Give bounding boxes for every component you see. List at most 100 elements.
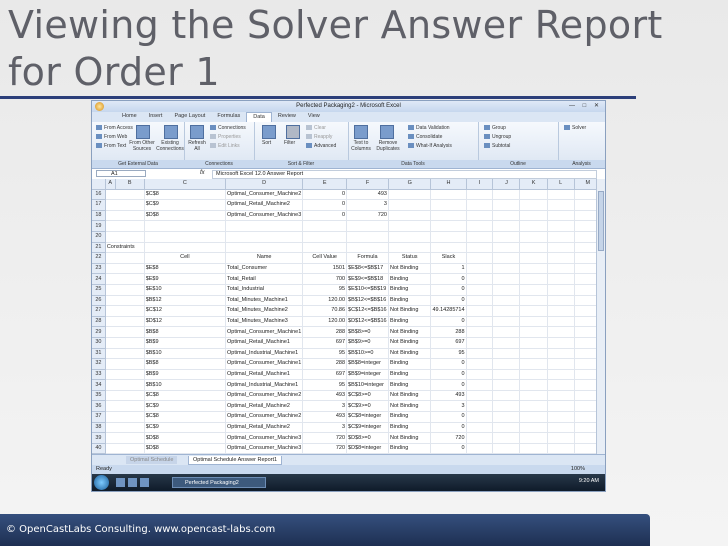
cell[interactable] — [547, 443, 575, 455]
row-header[interactable]: 17 — [92, 199, 106, 211]
cell[interactable] — [105, 326, 145, 338]
row-header[interactable]: 31 — [92, 348, 106, 360]
row-header[interactable]: 18 — [92, 210, 106, 222]
cell[interactable] — [105, 348, 145, 360]
cell[interactable] — [430, 242, 467, 254]
cell[interactable] — [225, 231, 304, 243]
row-header[interactable]: 20 — [92, 231, 106, 243]
cell[interactable]: $B$12 — [144, 295, 227, 307]
existing-connections-icon[interactable] — [164, 125, 178, 139]
edit-links-button[interactable]: Edit Links — [210, 143, 240, 149]
cell[interactable]: Optimal_Consumer_Machine1 — [225, 326, 304, 338]
cell[interactable] — [519, 273, 548, 285]
cell[interactable] — [430, 199, 467, 211]
cell[interactable] — [466, 242, 494, 254]
cell[interactable]: Cell Value — [302, 252, 348, 264]
cell[interactable]: 493 — [430, 390, 467, 402]
cell[interactable] — [105, 400, 145, 413]
cell[interactable]: $B$9=integer — [346, 369, 389, 381]
cell[interactable]: 95 — [302, 284, 348, 296]
cell[interactable]: $B$10=integer — [346, 379, 389, 391]
cell[interactable]: $D$12 — [144, 316, 227, 328]
tab-data[interactable]: Data — [246, 112, 272, 122]
cell[interactable]: $B$8 — [144, 358, 227, 370]
tab-page-layout[interactable]: Page Layout — [168, 112, 211, 122]
column-header[interactable]: C — [144, 179, 227, 190]
cell[interactable] — [519, 443, 548, 455]
cell[interactable] — [547, 369, 575, 381]
row-header[interactable]: 29 — [92, 326, 106, 338]
cell[interactable]: $C$9 — [144, 199, 227, 211]
cell[interactable] — [519, 231, 548, 243]
cell[interactable] — [466, 295, 494, 307]
cell[interactable]: 697 — [430, 337, 467, 349]
cell[interactable]: $D$8=integer — [346, 443, 389, 455]
row-header[interactable]: 35 — [92, 390, 106, 402]
cell[interactable]: $E$9<=$B$18 — [346, 273, 389, 285]
cell[interactable] — [105, 273, 145, 285]
cell[interactable] — [105, 422, 145, 434]
cell[interactable] — [466, 411, 494, 423]
zoom-level[interactable]: 100% — [571, 465, 585, 474]
cell[interactable] — [492, 337, 521, 349]
column-header[interactable]: B — [115, 179, 145, 190]
from-text-button[interactable]: From Text — [96, 143, 126, 149]
cell[interactable]: Binding — [388, 379, 432, 391]
cell[interactable]: $C$9=integer — [346, 422, 389, 434]
cell[interactable] — [105, 411, 145, 423]
cell[interactable] — [547, 348, 575, 360]
row-header[interactable]: 36 — [92, 400, 106, 413]
row-header[interactable]: 22 — [92, 252, 106, 264]
cell[interactable]: 95 — [302, 379, 348, 391]
cell[interactable] — [466, 273, 494, 285]
cell[interactable] — [547, 242, 575, 254]
cell[interactable] — [492, 369, 521, 381]
cell[interactable] — [466, 369, 494, 381]
cell[interactable]: 0 — [430, 316, 467, 328]
cell[interactable] — [346, 220, 389, 232]
cell[interactable] — [519, 242, 548, 254]
cell[interactable] — [547, 326, 575, 338]
cell[interactable]: 3 — [430, 400, 467, 413]
cell[interactable] — [547, 189, 575, 201]
cell[interactable] — [466, 422, 494, 434]
cell[interactable] — [547, 273, 575, 285]
cell[interactable]: $B$8>=0 — [346, 326, 389, 338]
cell[interactable]: $C$12 — [144, 305, 227, 317]
cell[interactable]: Binding — [388, 422, 432, 434]
cell[interactable] — [492, 411, 521, 423]
cell[interactable] — [225, 220, 304, 232]
filter-button[interactable]: Filter — [284, 140, 295, 146]
cell[interactable]: $C$8 — [144, 411, 227, 423]
cell[interactable] — [466, 326, 494, 338]
cell[interactable] — [466, 443, 494, 455]
cell[interactable] — [430, 189, 467, 201]
cell[interactable]: Total_Minutes_Machine1 — [225, 295, 304, 307]
cell[interactable] — [492, 284, 521, 296]
cell[interactable] — [547, 295, 575, 307]
cell[interactable]: 697 — [302, 369, 348, 381]
row-header[interactable]: 23 — [92, 263, 106, 275]
cell[interactable] — [105, 390, 145, 402]
row-header[interactable]: 38 — [92, 422, 106, 434]
cell[interactable]: $E$10<=$B$19 — [346, 284, 389, 296]
cell[interactable] — [105, 295, 145, 307]
cell[interactable]: 1501 — [302, 263, 348, 275]
cell[interactable]: Not Binding — [388, 263, 432, 275]
cell[interactable] — [519, 316, 548, 328]
cell[interactable]: 0 — [430, 358, 467, 370]
cell[interactable] — [492, 295, 521, 307]
cell[interactable]: 288 — [302, 326, 348, 338]
cell[interactable] — [492, 199, 521, 211]
cell[interactable] — [547, 316, 575, 328]
cell[interactable]: $B$9 — [144, 337, 227, 349]
cell[interactable] — [302, 242, 348, 254]
cell[interactable] — [430, 210, 467, 222]
cell[interactable]: 0 — [302, 199, 348, 211]
quicklaunch-icon[interactable] — [140, 478, 149, 487]
cell[interactable]: 700 — [302, 273, 348, 285]
cell[interactable]: Not Binding — [388, 400, 432, 413]
cell[interactable]: $C$8>=0 — [346, 390, 389, 402]
cell[interactable] — [492, 422, 521, 434]
cell[interactable] — [547, 284, 575, 296]
